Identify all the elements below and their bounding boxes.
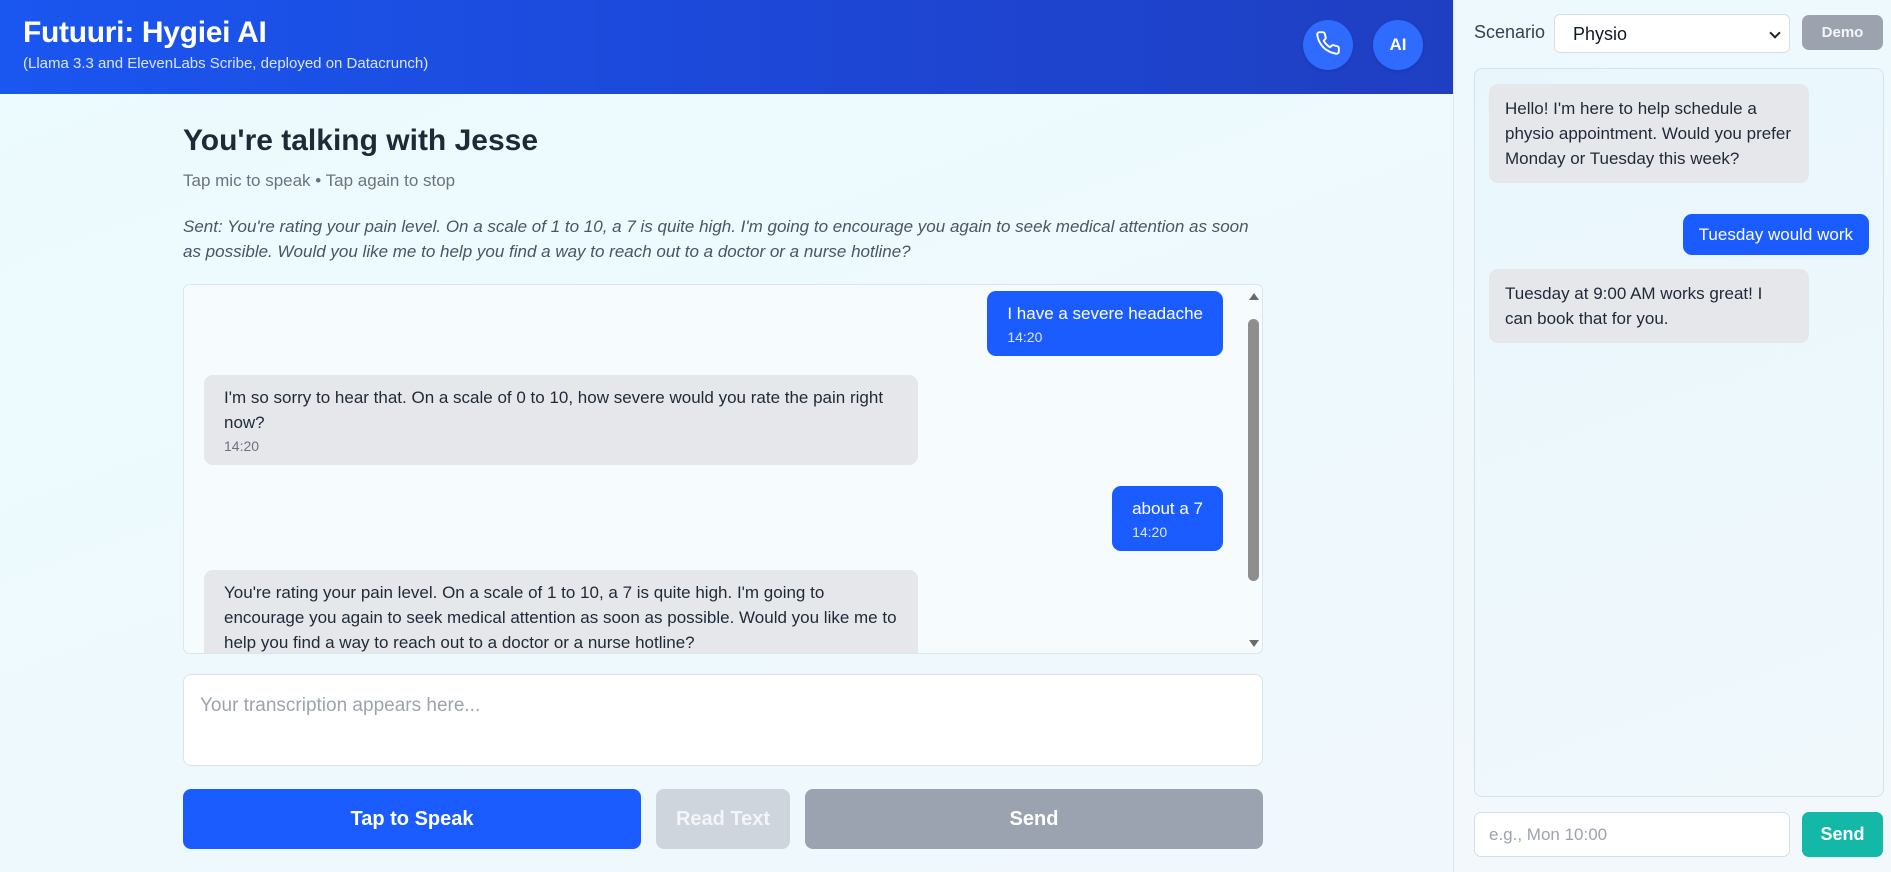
message-text: You're rating your pain level. On a scal… [224,583,897,652]
message-text: I have a severe headache [1007,304,1203,323]
scenario-label: Scenario [1474,22,1546,42]
scroll-thumb[interactable] [1248,319,1259,581]
chat-message-bot: You're rating your pain level. On a scal… [204,570,918,653]
message-time: 14:20 [1132,524,1168,540]
app-header: Futuuri: Hygiei AI (Llama 3.3 and Eleven… [0,0,1453,94]
ai-label: AI [1389,35,1407,54]
chevron-down-icon [1769,27,1781,39]
transcription-placeholder: Your transcription appears here... [200,695,481,716]
phone-icon [1315,30,1341,61]
sent-message-text: Sent: You're rating your pain level. On … [183,217,1249,261]
transcription-field[interactable]: Your transcription appears here... [183,674,1263,766]
chat-message-user: about a 7 14:20 [1112,486,1223,551]
ai-button[interactable]: AI [1373,20,1423,70]
app-subtitle: (Llama 3.3 and ElevenLabs Scribe, deploy… [23,55,429,72]
page-title: You're talking with Jesse [183,124,539,157]
message-text: I'm so sorry to hear that. On a scale of… [224,388,884,432]
scenario-panel: Scenario Physio Demo Hello! I'm here to … [1453,0,1891,872]
panel-send-button[interactable]: Send [1802,812,1883,857]
message-time: 14:20 [224,438,260,454]
demo-button[interactable]: Demo [1802,15,1883,50]
read-text-button[interactable]: Read Text [656,789,790,849]
scenario-message-bot: Hello! I'm here to help schedule a physi… [1489,84,1809,183]
speak-hint: Tap mic to speak • Tap again to stop [183,171,456,190]
scenario-value: Physio [1573,24,1628,44]
time-input-placeholder: e.g., Mon 10:00 [1489,825,1608,844]
scenario-message-user: Tuesday would work [1682,214,1869,255]
message-text: about a 7 [1132,499,1203,518]
scenario-chat: Hello! I'm here to help schedule a physi… [1474,68,1884,797]
scroll-up-arrow-icon[interactable] [1249,293,1259,300]
app-title: Futuuri: Hygiei AI [23,16,267,49]
message-time: 14:20 [1007,329,1043,345]
tap-to-speak-button[interactable]: Tap to Speak [183,789,641,849]
call-button[interactable] [1303,20,1353,70]
chat-message-user: I have a severe headache 14:20 [987,291,1223,356]
chat-scrollbar[interactable] [1245,285,1262,653]
chat-history[interactable]: I have a severe headache 14:20 I'm so so… [183,284,1263,654]
main-area: Futuuri: Hygiei AI (Llama 3.3 and Eleven… [0,0,1453,872]
scroll-down-arrow-icon[interactable] [1249,640,1259,647]
scenario-message-bot: Tuesday at 9:00 AM works great! I can bo… [1489,269,1809,343]
time-input[interactable]: e.g., Mon 10:00 [1474,812,1790,857]
send-button[interactable]: Send [805,789,1263,849]
chat-message-bot: I'm so sorry to hear that. On a scale of… [204,375,918,465]
scenario-select[interactable]: Physio [1554,14,1790,53]
